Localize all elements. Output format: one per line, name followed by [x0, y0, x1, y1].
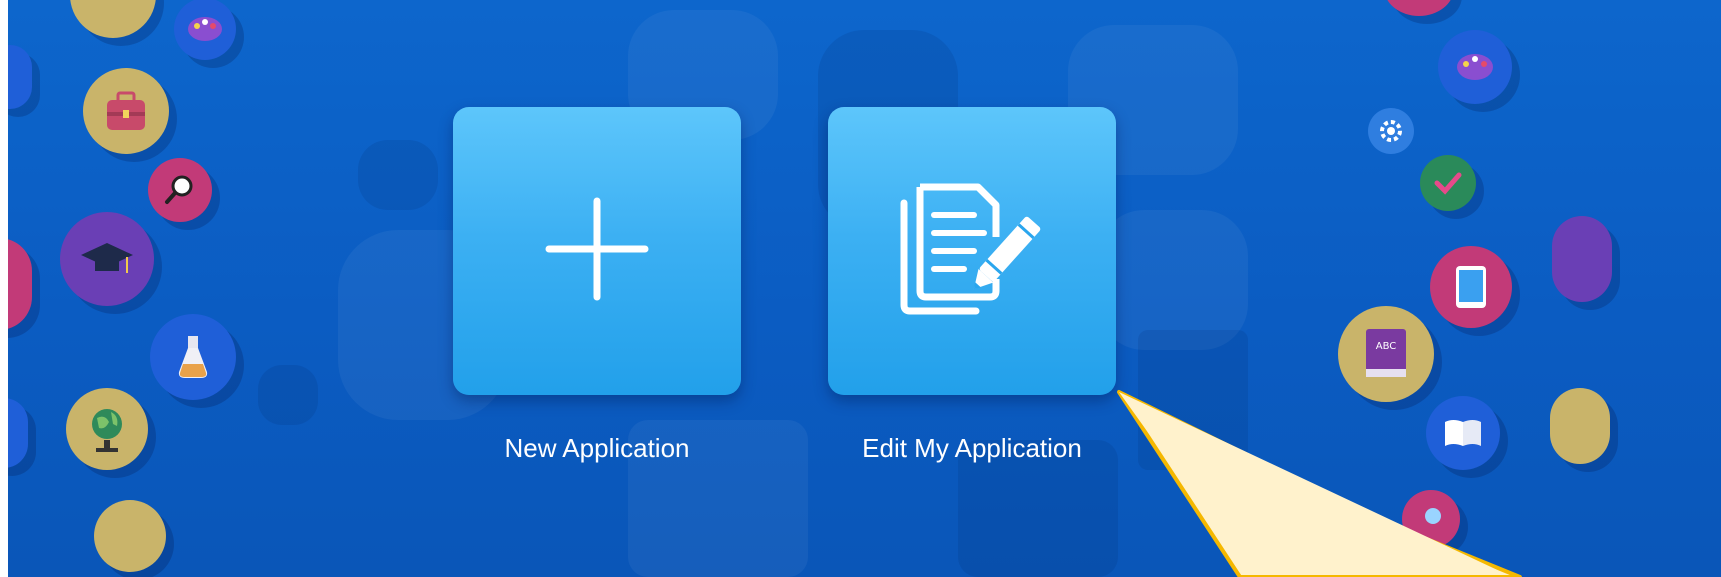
palette-icon [1438, 30, 1512, 104]
decoration-icon [8, 238, 32, 330]
book-label: ABC [1376, 341, 1397, 352]
background-shape [358, 140, 438, 210]
palette-icon [174, 0, 236, 60]
flask-icon [150, 314, 236, 400]
decoration-icon [70, 0, 156, 38]
edit-my-application-label[interactable]: Edit My Application [828, 433, 1116, 464]
decoration-icon [1384, 0, 1454, 16]
graduation-cap-icon [60, 212, 154, 306]
plus-icon [545, 197, 649, 306]
magnifier-icon [148, 158, 212, 222]
decoration-icon [94, 500, 166, 572]
open-book-icon [1426, 396, 1500, 470]
gear-icon [1368, 108, 1414, 154]
new-application-tile[interactable] [453, 107, 741, 395]
decoration-icon [1550, 388, 1610, 464]
launcher-background: ABC New Application Edit My Application [8, 0, 1721, 577]
edit-my-application-tile[interactable] [828, 107, 1116, 395]
background-shape [1138, 330, 1248, 470]
new-application-label[interactable]: New Application [453, 433, 741, 464]
book-icon: ABC [1338, 306, 1434, 402]
background-shape [1098, 210, 1248, 350]
decoration-icon [1552, 216, 1612, 302]
document-edit-icon [890, 179, 1054, 324]
globe-icon [66, 388, 148, 470]
decoration-icon [8, 398, 28, 468]
decoration-icon [8, 45, 32, 109]
background-shape [258, 365, 318, 425]
magnifier-icon [1402, 490, 1460, 548]
tablet-icon [1430, 246, 1512, 328]
briefcase-icon [83, 68, 169, 154]
checkmark-icon [1420, 155, 1476, 211]
